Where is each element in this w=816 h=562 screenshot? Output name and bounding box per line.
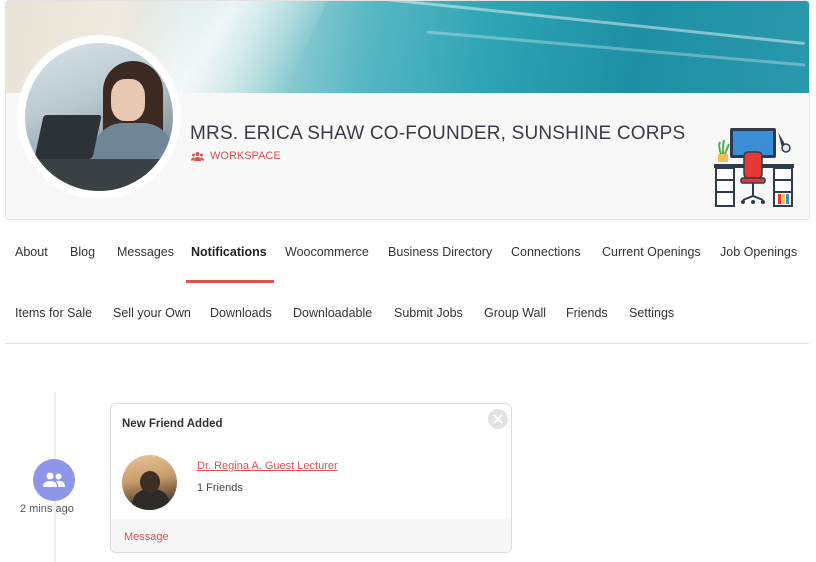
nav-item-submit-jobs[interactable]: Submit Jobs [394,306,463,320]
nav-item-job-openings[interactable]: Job Openings [720,245,797,259]
message-link[interactable]: Message [124,531,169,543]
nav-item-woocommerce[interactable]: Woocommerce [285,245,369,259]
nav-item-current-openings[interactable]: Current Openings [602,245,701,259]
friend-avatar[interactable] [122,455,177,510]
nav-item-items-for-sale[interactable]: Items for Sale [15,306,92,320]
nav-item-sell-your-own[interactable]: Sell your Own [113,306,191,320]
timeline-marker [33,459,75,501]
profile-nav: About Blog Messages Notifications Woocom… [5,230,810,344]
nav-item-settings[interactable]: Settings [629,306,674,320]
nav-item-friends[interactable]: Friends [566,306,608,320]
nav-item-downloadable[interactable]: Downloadable [293,306,372,320]
notification-footer: Message [111,519,511,552]
active-tab-indicator [186,280,274,283]
notification-title: New Friend Added [122,418,223,430]
friends-icon [43,472,65,487]
close-button[interactable] [488,409,508,429]
notification-card: New Friend Added Dr. Regina A. Guest Lec… [110,403,512,553]
profile-name: MRS. ERICA SHAW CO-FOUNDER, SUNSHINE COR… [190,123,686,144]
notification-timestamp: 2 mins ago [20,503,74,515]
workspace-label: WORKSPACE [210,150,281,162]
nav-item-downloads[interactable]: Downloads [210,306,272,320]
nav-item-group-wall[interactable]: Group Wall [484,306,546,320]
nav-item-blog[interactable]: Blog [70,245,95,259]
workspace-desk-icon [714,128,794,207]
users-icon [191,151,204,161]
nav-item-about[interactable]: About [15,245,48,259]
workspace-badge[interactable]: WORKSPACE [191,150,281,162]
friend-count: 1 Friends [197,482,243,494]
friend-name-link[interactable]: Dr. Regina A. Guest Lecturer [197,460,338,472]
nav-item-connections[interactable]: Connections [511,245,581,259]
nav-item-messages[interactable]: Messages [117,245,174,259]
close-icon [493,414,503,424]
nav-item-business-directory[interactable]: Business Directory [388,245,492,259]
profile-avatar[interactable] [17,35,181,199]
nav-item-notifications[interactable]: Notifications [191,245,267,259]
